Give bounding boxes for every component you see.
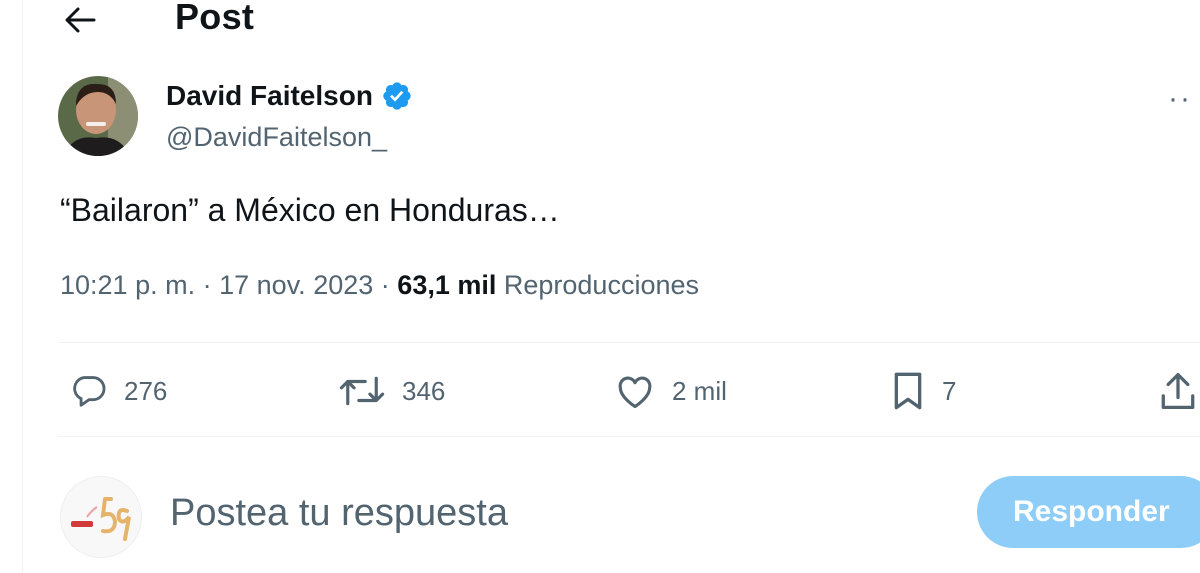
more-dots-icon: ·· (1168, 82, 1192, 115)
column-border (22, 0, 23, 573)
author-handle[interactable]: @DavidFaitelson_ (166, 122, 387, 153)
author-avatar[interactable] (58, 76, 138, 156)
post-detail-view: Post David Faitelson @DavidFaitelson_ ··… (0, 0, 1200, 573)
meta-separator: · (380, 270, 390, 300)
share-icon (1161, 373, 1195, 409)
reply-action[interactable]: 276 (70, 366, 167, 416)
author-name[interactable]: David Faitelson (166, 80, 373, 112)
reply-input[interactable] (170, 488, 930, 538)
post-time[interactable]: 10:21 p. m. (60, 270, 195, 300)
avatar-image (58, 76, 138, 156)
bookmark-count: 7 (942, 375, 957, 406)
divider-top (58, 342, 1200, 343)
repost-icon (339, 376, 385, 406)
arrow-left-icon (65, 7, 96, 33)
logo-59-icon (61, 477, 141, 557)
post-date[interactable]: 17 nov. 2023 (219, 270, 373, 300)
author-name-row[interactable]: David Faitelson (166, 80, 413, 112)
heart-icon (618, 376, 652, 409)
reply-count: 276 (124, 375, 168, 406)
bookmark-icon (894, 372, 922, 410)
like-count: 2 mil (672, 375, 727, 406)
like-action[interactable]: 2 mil (614, 366, 727, 416)
reply-icon (73, 376, 106, 407)
repost-action[interactable]: 346 (338, 366, 445, 416)
user-avatar[interactable] (60, 476, 142, 558)
bookmark-action[interactable]: 7 (890, 366, 956, 416)
views-label: Reproducciones (503, 270, 699, 300)
meta-separator: · (202, 270, 212, 300)
share-action[interactable] (1160, 366, 1196, 416)
more-options-button[interactable]: ·· (1168, 84, 1200, 114)
reply-submit-button[interactable]: Responder (977, 476, 1200, 548)
divider-bottom (58, 436, 1200, 437)
back-button[interactable] (58, 0, 102, 40)
verified-badge-icon (383, 82, 411, 110)
post-meta: 10:21 p. m. · 17 nov. 2023 · 63,1 mil Re… (60, 270, 699, 301)
page-title: Post (175, 0, 255, 37)
repost-count: 346 (402, 375, 446, 406)
post-text: “Bailaron” a México en Honduras… (60, 192, 560, 228)
views-count: 63,1 mil (397, 270, 497, 300)
